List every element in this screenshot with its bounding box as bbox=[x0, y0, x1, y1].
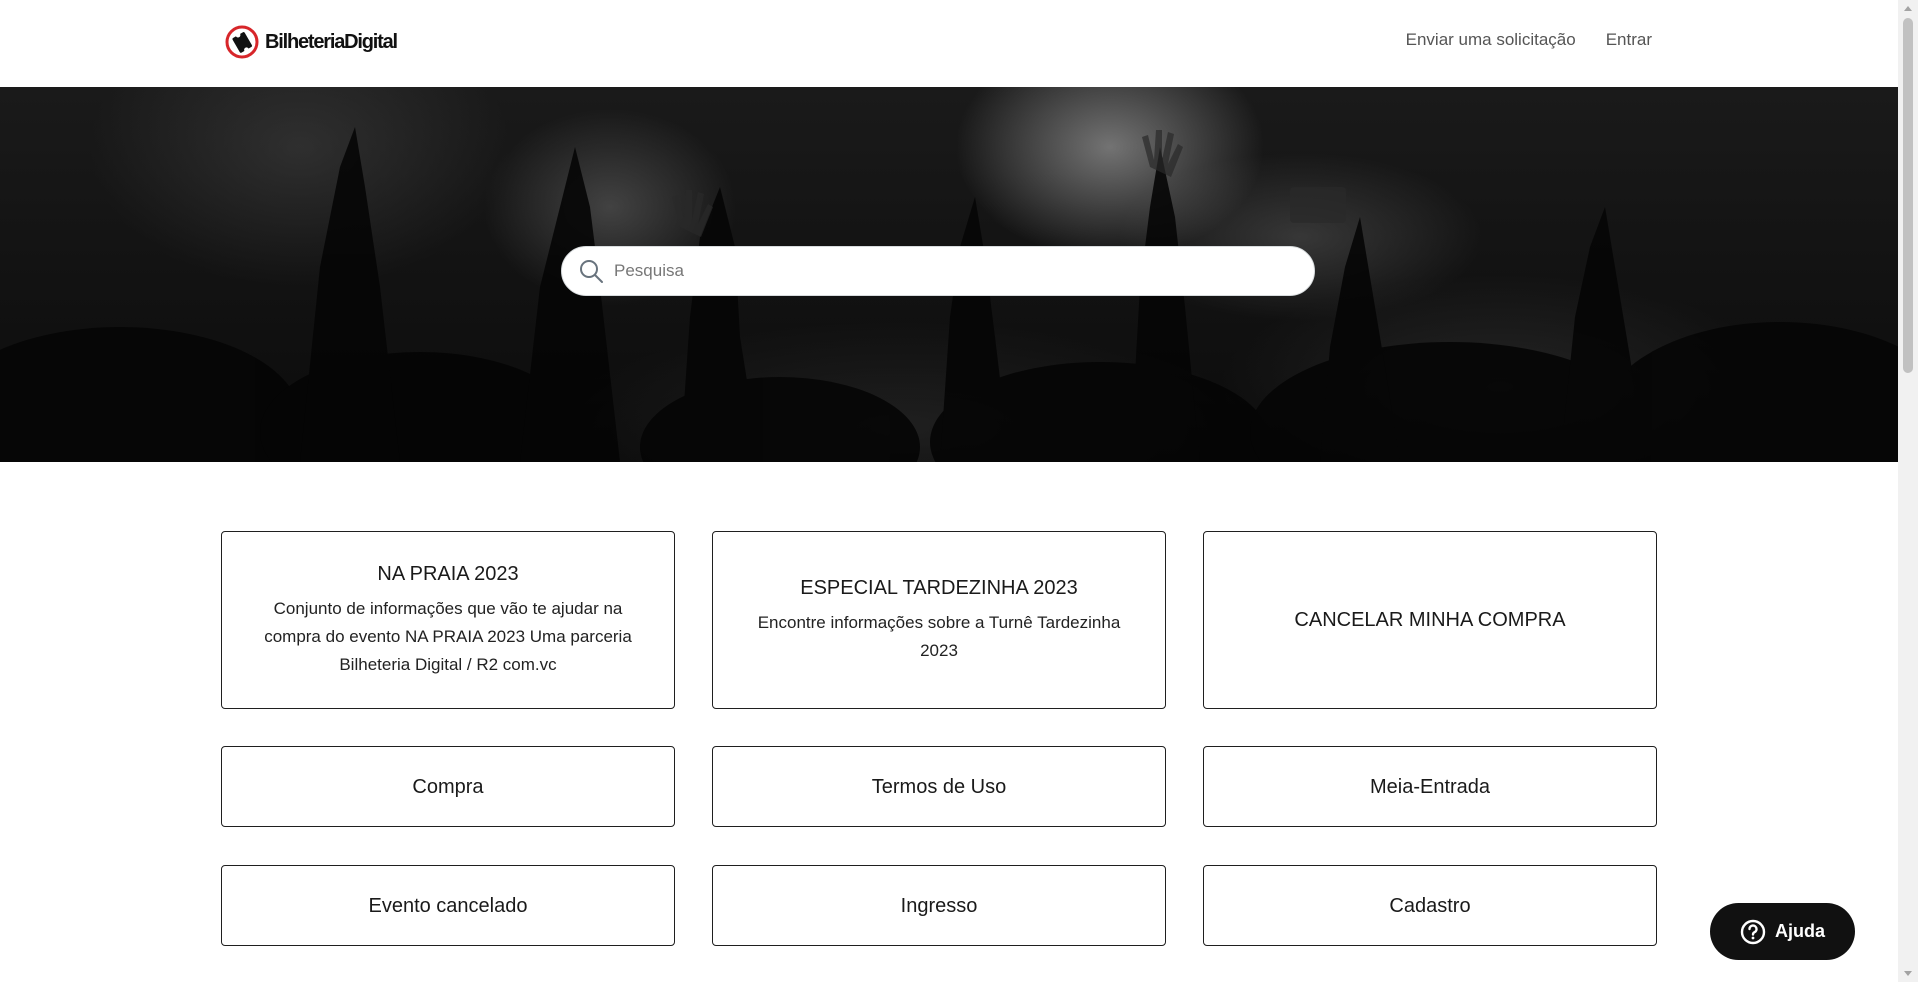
category-block-especial-tardezinha[interactable]: ESPECIAL TARDEZINHA 2023 Encontre inform… bbox=[712, 531, 1166, 709]
category-title: CANCELAR MINHA COMPRA bbox=[1294, 609, 1566, 631]
search-input[interactable] bbox=[612, 260, 1276, 282]
category-block-ingresso[interactable]: Ingresso bbox=[712, 865, 1166, 946]
sign-in-link[interactable]: Entrar bbox=[1606, 30, 1652, 50]
search-icon bbox=[580, 260, 603, 283]
help-widget-button[interactable]: Ajuda bbox=[1710, 903, 1855, 960]
category-block-termos-de-uso[interactable]: Termos de Uso bbox=[712, 746, 1166, 827]
category-title: Compra bbox=[412, 775, 484, 798]
category-block-evento-cancelado[interactable]: Evento cancelado bbox=[221, 865, 675, 946]
category-title: Cadastro bbox=[1389, 894, 1471, 917]
search-box bbox=[561, 246, 1315, 296]
page: BilheteriaDigital Enviar uma solicitação… bbox=[0, 0, 1898, 982]
scroll-up-arrow-icon[interactable] bbox=[1904, 6, 1912, 11]
question-circle-icon bbox=[1740, 919, 1766, 944]
top-nav: Enviar uma solicitação Entrar bbox=[1406, 30, 1652, 50]
category-title: ESPECIAL TARDEZINHA 2023 bbox=[800, 577, 1078, 599]
submit-request-link[interactable]: Enviar uma solicitação bbox=[1406, 30, 1576, 50]
category-description: Conjunto de informações que vão te ajuda… bbox=[264, 599, 632, 674]
category-title: Meia-Entrada bbox=[1369, 775, 1491, 798]
category-title: Evento cancelado bbox=[368, 894, 528, 917]
category-title: NA PRAIA 2023 bbox=[377, 563, 519, 585]
hero-banner bbox=[0, 87, 1898, 462]
category-title: Termos de Uso bbox=[871, 775, 1007, 798]
category-block-cancelar-compra[interactable]: CANCELAR MINHA COMPRA bbox=[1203, 531, 1657, 709]
category-description: Encontre informações sobre a Turnê Tarde… bbox=[757, 613, 1121, 660]
category-block-compra[interactable]: Compra bbox=[221, 746, 675, 827]
logo-text: BilheteriaDigital bbox=[265, 30, 398, 53]
header: BilheteriaDigital Enviar uma solicitação… bbox=[0, 0, 1898, 87]
logo[interactable]: BilheteriaDigital bbox=[224, 24, 398, 60]
category-block-na-praia[interactable]: NA PRAIA 2023 Conjunto de informações qu… bbox=[221, 531, 675, 709]
scroll-thumb[interactable] bbox=[1903, 18, 1913, 373]
category-title: Ingresso bbox=[900, 894, 978, 917]
category-block-meia-entrada[interactable]: Meia-Entrada bbox=[1203, 746, 1657, 827]
logo-ticket-icon bbox=[225, 25, 259, 59]
category-block-cadastro[interactable]: Cadastro bbox=[1203, 865, 1657, 946]
scroll-down-arrow-icon[interactable] bbox=[1904, 971, 1912, 976]
page-scrollbar[interactable] bbox=[1898, 0, 1918, 982]
help-widget-label: Ajuda bbox=[1774, 921, 1825, 941]
